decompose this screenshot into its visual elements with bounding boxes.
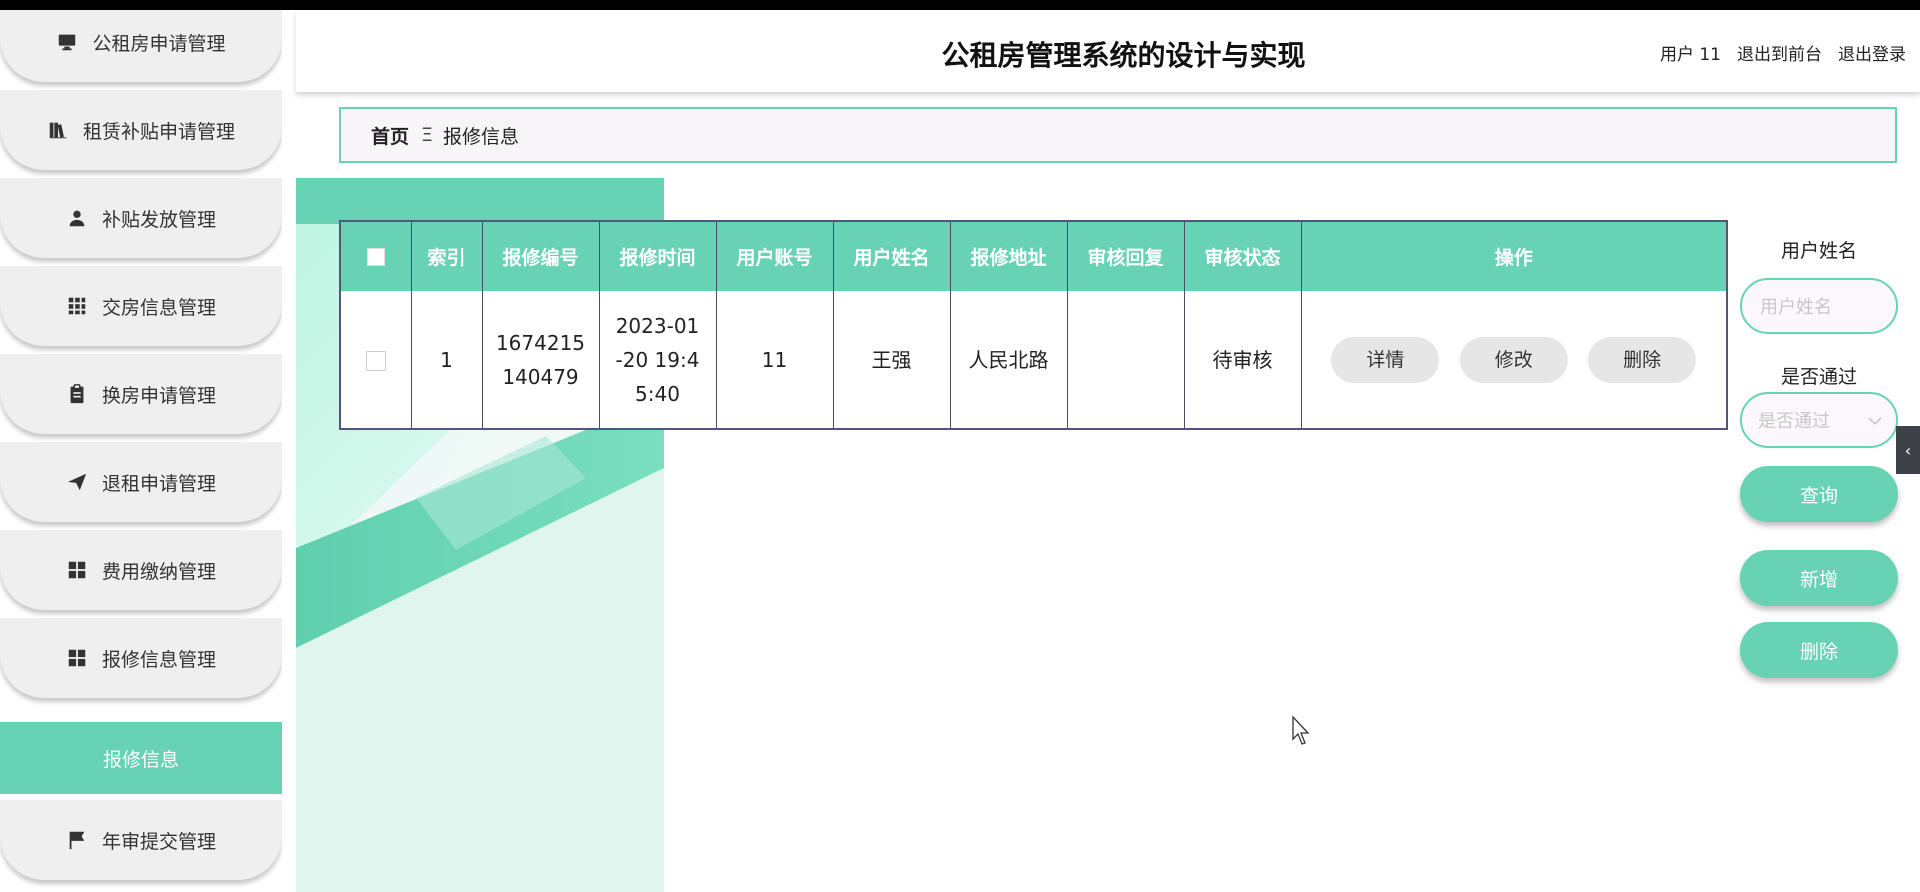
clipboard-icon [66,383,88,405]
sidebar: 公租房申请管理 租赁补贴申请管理 补贴发放管理 交房信息管理 换房申请管理 退租… [0,10,282,892]
current-user-label: 用户 11 [1659,45,1721,65]
grid-icon [66,295,88,317]
sidebar-item-subsidy-payout[interactable]: 补贴发放管理 [0,178,282,258]
row-select-cell [340,291,412,429]
sidebar-item-repair-management[interactable]: 报修信息管理 [0,618,282,698]
books-icon [47,119,69,141]
select-all-cell [340,221,412,291]
pass-filter-select[interactable]: 是否通过 [1740,392,1898,448]
app-screen: 公租房申请管理 租赁补贴申请管理 补贴发放管理 交房信息管理 换房申请管理 退租… [0,10,1920,892]
chevron-down-icon [1868,410,1882,431]
apps-icon [66,647,88,669]
cell-actions: 详情 修改 删除 [1301,291,1727,429]
select-all-checkbox[interactable] [366,248,385,266]
cell-index: 1 [411,291,483,429]
sidebar-item-rent-subsidy[interactable]: 租赁补贴申请管理 [0,90,282,170]
sidebar-item-label: 租赁补贴申请管理 [82,120,235,143]
cell-status: 待审核 [1184,291,1302,429]
name-filter-input[interactable]: 用户姓名 [1740,278,1898,334]
sidebar-item-label: 年审提交管理 [101,830,216,853]
query-button[interactable]: 查询 [1740,466,1898,522]
column-header: 报修地址 [950,221,1068,291]
column-header: 操作 [1301,221,1727,291]
column-header: 报修编号 [482,221,600,291]
cell-address: 人民北路 [950,291,1068,429]
add-button[interactable]: 新增 [1740,550,1898,606]
logout-link[interactable]: 退出登录 [1838,40,1906,65]
sidebar-item-label: 退租申请管理 [101,472,216,495]
top-header: 公租房管理系统的设计与实现 用户 11 退出到前台 退出登录 [296,10,1920,92]
pass-filter-placeholder: 是否通过 [1758,411,1830,432]
delete-row-button[interactable]: 删除 [1588,336,1697,383]
column-header: 索引 [411,221,483,291]
sidebar-item-label: 换房申请管理 [101,384,216,407]
back-to-front-link[interactable]: 退出到前台 [1737,40,1822,65]
breadcrumb-current: 报修信息 [443,125,520,148]
sidebar-item-handover[interactable]: 交房信息管理 [0,266,282,346]
breadcrumb-home[interactable]: 首页 [371,122,409,149]
cell-repair-time-text: 2023-01-20 19:45:40 [615,313,700,406]
flag-icon [66,829,88,851]
cell-repair-time: 2023-01-20 19:45:40 [599,291,717,429]
column-header: 审核回复 [1067,221,1185,291]
table-row: 1 1674215140479 2023-01-20 19:45:40 11 王… [340,291,1727,429]
chevron-left-icon: ‹ [1904,440,1912,460]
cell-repair-no-text: 1674215140479 [495,330,586,389]
column-header: 用户姓名 [833,221,951,291]
table-header-row: 索引 报修编号 报修时间 用户账号 用户姓名 报修地址 审核回复 审核状态 操作 [340,221,1727,291]
breadcrumb: 首页 Ξ 报修信息 [339,107,1897,163]
detail-button[interactable]: 详情 [1331,336,1440,383]
cell-account: 11 [716,291,834,429]
sidebar-subitem-repair-info[interactable]: 报修信息 [0,722,282,794]
sidebar-item-lease-termination[interactable]: 退租申请管理 [0,442,282,522]
sidebar-item-label: 公租房申请管理 [92,32,226,55]
mouse-cursor-icon [1292,715,1312,746]
column-header: 报修时间 [599,221,717,291]
user-icon [66,207,88,229]
row-checkbox[interactable] [365,351,386,371]
cell-repair-no: 1674215140479 [482,291,600,429]
pass-filter-label: 是否通过 [1780,366,1857,388]
column-header: 审核状态 [1184,221,1302,291]
breadcrumb-separator-icon: Ξ [421,124,434,146]
name-filter-label: 用户姓名 [1780,240,1857,262]
send-icon [66,471,88,493]
sidebar-item-label: 补贴发放管理 [101,208,216,231]
sidebar-item-label: 费用缴纳管理 [101,560,216,583]
cell-reply [1067,291,1185,429]
sidebar-item-label: 交房信息管理 [101,296,216,319]
collapse-panel-toggle[interactable]: ‹ [1896,426,1920,474]
repair-table: 索引 报修编号 报修时间 用户账号 用户姓名 报修地址 审核回复 审核状态 操作… [339,220,1728,430]
sidebar-item-annual-review[interactable]: 年审提交管理 [0,800,282,880]
monitor-icon [56,31,78,53]
sidebar-item-fee-payment[interactable]: 费用缴纳管理 [0,530,282,610]
repair-table-container: 索引 报修编号 报修时间 用户账号 用户姓名 报修地址 审核回复 审核状态 操作… [339,220,1728,430]
column-header: 用户账号 [716,221,834,291]
header-links: 用户 11 退出到前台 退出登录 [1660,40,1906,65]
cell-name: 王强 [833,291,951,429]
edit-button[interactable]: 修改 [1459,336,1568,383]
batch-delete-button[interactable]: 删除 [1740,622,1898,678]
sidebar-item-room-exchange[interactable]: 换房申请管理 [0,354,282,434]
apps-icon [66,559,88,581]
sidebar-item-label: 报修信息管理 [101,648,216,671]
sidebar-item-public-housing[interactable]: 公租房申请管理 [0,10,282,82]
